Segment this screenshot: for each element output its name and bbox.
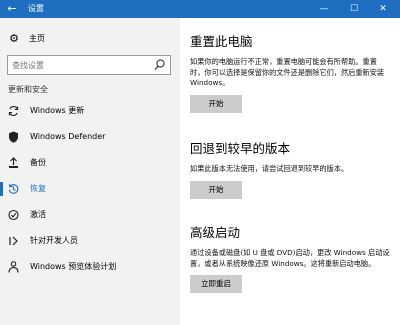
section-title: 更新和安全: [8, 85, 48, 94]
sidebar-item-developers[interactable]: 针对开发人员: [0, 228, 180, 254]
home-label: 主页: [29, 34, 45, 43]
sidebar-item-label: 针对开发人员: [30, 236, 78, 245]
search-input[interactable]: [12, 58, 152, 72]
sidebar-item-windows-defender[interactable]: Windows Defender: [0, 124, 180, 150]
reset-start-button[interactable]: 开始: [190, 94, 242, 113]
restart-now-button[interactable]: 立即重启: [190, 275, 242, 293]
sidebar: ⚙ 主页 更新和安全 Windows 更新 Windows Defender: [0, 18, 180, 325]
insider-icon: [8, 261, 19, 273]
close-button[interactable]: ✕: [368, 0, 398, 18]
sidebar-item-recovery[interactable]: 恢复: [0, 176, 180, 202]
section-heading: 重置此电脑: [190, 34, 253, 49]
search-icon[interactable]: [153, 58, 166, 72]
home-link[interactable]: ⚙ 主页: [8, 31, 45, 47]
sidebar-item-activation[interactable]: 激活: [0, 202, 180, 228]
main-content: 重置此电脑 如果你的电脑运行不正常，重置电脑可能会有所帮助。重置时，你可以选择是…: [180, 18, 400, 325]
sidebar-item-label: Windows Defender: [30, 132, 106, 141]
section-description: 如果你的电脑运行不正常，重置电脑可能会有所帮助。重置时，你可以选择是保留你的文件…: [190, 57, 385, 87]
window-title: 设置: [28, 4, 44, 13]
go-back-section: 回退到较早的版本 如果此版本无法使用，请尝试回退到较早的版本。 开始: [190, 138, 390, 199]
section-description: 如果此版本无法使用，请尝试回退到较早的版本。: [190, 164, 349, 173]
sidebar-item-windows-update[interactable]: Windows 更新: [0, 98, 180, 124]
sidebar-item-label: 恢复: [30, 184, 46, 193]
advanced-startup-section: 高级启动 通过设备或磁盘(如 U 盘或 DVD)启动，更改 Windows 启动…: [190, 222, 390, 293]
sidebar-item-insider[interactable]: Windows 预览体验计划: [0, 254, 180, 280]
sidebar-nav: Windows 更新 Windows Defender 备份 恢复 激活 针对开…: [0, 98, 180, 280]
recovery-icon: [8, 183, 19, 194]
sidebar-item-label: Windows 更新: [30, 106, 85, 115]
title-bar: ← 设置 — ☐ ✕: [0, 0, 400, 18]
sidebar-item-label: Windows 预览体验计划: [30, 262, 117, 271]
developer-icon: [9, 236, 18, 246]
reset-pc-section: 重置此电脑 如果你的电脑运行不正常，重置电脑可能会有所帮助。重置时，你可以选择是…: [190, 31, 390, 113]
go-back-start-button[interactable]: 开始: [190, 180, 242, 199]
backup-icon: [9, 157, 18, 168]
sidebar-item-label: 激活: [30, 210, 46, 219]
back-arrow-icon[interactable]: ←: [2, 0, 22, 18]
section-heading: 回退到较早的版本: [190, 141, 291, 156]
search-box[interactable]: [7, 55, 171, 75]
gear-icon: ⚙: [9, 32, 19, 45]
shield-icon: [9, 131, 18, 143]
sidebar-item-backup[interactable]: 备份: [0, 150, 180, 176]
minimize-button[interactable]: —: [309, 0, 339, 18]
section-description: 通过设备或磁盘(如 U 盘或 DVD)启动，更改 Windows 启动设置，或者…: [190, 248, 390, 268]
sync-icon: [8, 106, 19, 116]
maximize-button[interactable]: ☐: [339, 0, 369, 18]
sidebar-item-label: 备份: [30, 158, 46, 167]
section-heading: 高级启动: [190, 225, 241, 240]
activation-icon: [8, 209, 19, 221]
